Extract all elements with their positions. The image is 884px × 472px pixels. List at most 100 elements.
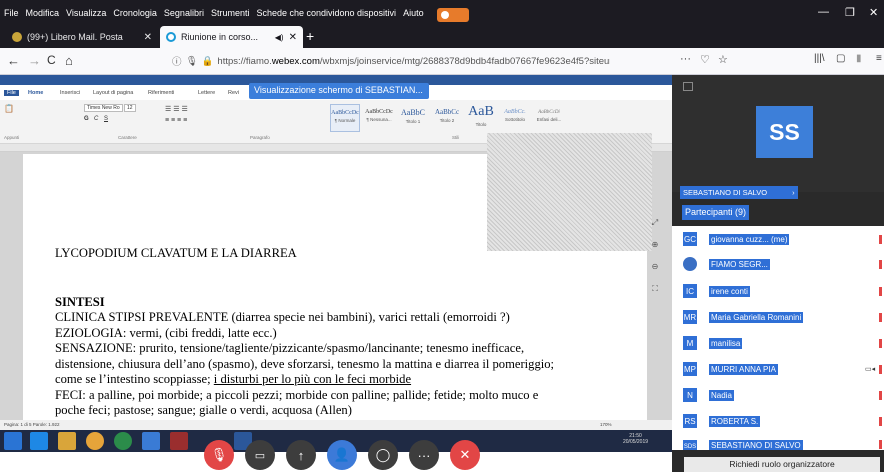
pocket-icon[interactable]: ♡ (700, 53, 710, 66)
sidebar-icon[interactable]: ▢ (836, 53, 845, 64)
fullscreen-icon[interactable]: ⛶ (648, 284, 662, 306)
participant-row[interactable]: N Nadia (683, 388, 884, 402)
paste-icon[interactable]: 📋 (4, 104, 14, 113)
minimize-button[interactable]: — (818, 6, 829, 18)
menu-visualizza[interactable]: Visualizza (66, 8, 106, 18)
mic-muted-icon (879, 440, 882, 449)
font-size-field[interactable]: 12 (124, 104, 136, 112)
skype-icon[interactable] (30, 432, 48, 450)
participant-name: Maria Gabriella Romanini (709, 311, 804, 323)
ribbon-tab-home[interactable]: Home (28, 90, 43, 96)
maximize-button[interactable]: ❐ (845, 6, 855, 19)
participant-row[interactable]: MR Maria Gabriella Romanini (683, 310, 884, 324)
explorer-icon[interactable] (58, 432, 76, 450)
menu-cronologia[interactable]: Cronologia (113, 8, 157, 18)
sharing-indicator-icon[interactable] (437, 8, 469, 22)
ribbon-tab-layout[interactable]: Layout di pagina (93, 90, 133, 96)
style-enfasi[interactable]: AaBbCcDi Enfasi deli... (534, 104, 564, 132)
share-button[interactable]: ↑ (286, 440, 316, 470)
ribbon-tab-riferimenti[interactable]: Riferimenti (148, 90, 174, 96)
bold-button[interactable]: G (84, 116, 89, 122)
new-tab-button[interactable]: + (306, 28, 314, 44)
participant-initials: GC (683, 232, 697, 246)
group-label-paragrafo: Paragrafo (250, 135, 270, 140)
video-button[interactable]: ▭ (245, 440, 275, 470)
participant-row[interactable]: SDS SEBASTIANO DI SALVO (683, 440, 884, 450)
more-button[interactable]: ··· (409, 440, 439, 470)
participants-button[interactable]: 👤 (327, 440, 357, 470)
menu-strumenti[interactable]: Strumenti (211, 8, 250, 18)
italic-button[interactable]: C (94, 116, 98, 122)
style-titolo2[interactable]: AaBbCc Titolo 2 (432, 104, 462, 132)
participant-row[interactable]: RS ROBERTA S. (683, 414, 884, 428)
ribbon-tab-inserisci[interactable]: Inserisci (60, 90, 80, 96)
libero-favicon-icon (12, 32, 22, 42)
outlook-icon[interactable] (4, 432, 22, 450)
page-actions-icon[interactable]: ··· (680, 53, 691, 65)
participant-row[interactable]: MP MURRI ANNA PIA ▭◂ (683, 362, 884, 376)
chat-button[interactable]: ◯ (368, 440, 398, 470)
close-tab-icon[interactable]: ✕ (289, 32, 297, 43)
browser-icon[interactable] (114, 432, 132, 450)
share-zoom-controls: ⤢ ⊕ ⊖ ⛶ (648, 218, 662, 306)
menu-file[interactable]: File (4, 8, 19, 18)
audio-playing-icon[interactable]: ◀) (275, 33, 284, 42)
reload-button[interactable]: C (47, 53, 56, 67)
ribbon-tab-revisione[interactable]: Revi (228, 90, 239, 96)
back-button[interactable]: ← (7, 53, 20, 68)
request-host-role-button[interactable]: Richiedi ruolo organizzatore (684, 457, 880, 472)
layout-icon[interactable] (683, 82, 693, 91)
participants-header: Partecipanti (9) (682, 205, 750, 220)
app-icon[interactable] (142, 432, 160, 450)
close-tab-icon[interactable]: ✕ (144, 32, 152, 43)
participant-row[interactable]: M manilisa (683, 336, 884, 350)
style-titolo1[interactable]: AaBbC Titolo 1 (398, 104, 428, 132)
hamburger-menu-icon[interactable]: ≡ (876, 53, 882, 64)
align-icons[interactable]: ≡ ≡ ≡ ≡ (165, 117, 187, 124)
doc-underlined-text: i disturbi per lo più con le feci morbid… (213, 372, 412, 386)
home-button[interactable]: ⌂ (65, 53, 73, 68)
style-nessuna[interactable]: AaBbCcDc ¶ Nessuna... (364, 104, 394, 132)
close-window-button[interactable]: ✕ (869, 6, 878, 19)
forward-button[interactable]: → (28, 53, 41, 68)
menu-aiuto[interactable]: Aiuto (403, 8, 424, 18)
library-icon[interactable]: |||\ (814, 53, 825, 64)
doc-line: FECI: a palline, poi morbide; a piccoli … (55, 387, 539, 402)
tab-riunione[interactable]: Riunione in corso... ◀) ✕ (160, 26, 303, 48)
zoom-in-icon[interactable]: ⊕ (648, 240, 662, 262)
style-name: Titolo 1 (405, 119, 421, 124)
participant-row[interactable]: GC giovanna cuzz... (me) (683, 232, 884, 246)
style-normale[interactable]: AaBbCcDc ¶ Normale (330, 104, 360, 132)
app-icon[interactable] (170, 432, 188, 450)
participant-row[interactable]: IC irene conti (683, 284, 884, 298)
webex-favicon-icon (166, 32, 176, 42)
screen: File Modifica Visualizza Cronologia Segn… (0, 0, 884, 472)
font-name-field[interactable]: Times New Ro (84, 104, 123, 112)
leave-meeting-button[interactable]: ✕ (450, 440, 480, 470)
menu-segnalibri[interactable]: Segnalibri (164, 8, 204, 18)
url-bar[interactable]: ⓘ 🎙 🔒 https://fiamo. webex.com/wbxmjs/joi… (172, 51, 667, 71)
mute-button[interactable]: 🎙 (204, 440, 234, 470)
bookmark-star-icon[interactable]: ☆ (718, 53, 728, 66)
style-sottotitolo[interactable]: AaBbCc. Sottotitolo (500, 104, 530, 132)
participant-row[interactable]: FIAMO SEGR... (683, 257, 884, 271)
fit-icon[interactable]: ⤢ (648, 218, 662, 240)
zoom-out-icon[interactable]: ⊖ (648, 262, 662, 284)
menu-modifica[interactable]: Modifica (26, 8, 60, 18)
ribbon-tab-file[interactable]: File (4, 90, 19, 96)
extension-icon[interactable]: ▮ (856, 53, 862, 64)
page-word-count: Pagina: 1 di 5 Parole: 1.922 (4, 422, 60, 427)
ribbon-tab-lettere[interactable]: Lettere (198, 90, 215, 96)
style-sample: AaBbCcDi (538, 110, 560, 115)
url-path: /wbxmjs/joinservice/mtg/2688378d9bdb4fad… (319, 55, 610, 67)
menu-schede[interactable]: Schede che condividono dispositivi (256, 8, 396, 18)
tab-libero-mail[interactable]: (99+) Libero Mail. Posta ✕ (6, 26, 158, 48)
chrome-icon[interactable] (86, 432, 104, 450)
presenter-chevron-icon[interactable]: › (792, 188, 795, 197)
list-icons[interactable]: ☰ ☰ ☰ (165, 105, 188, 113)
permissions-icon[interactable]: 🎙 (186, 56, 198, 67)
style-titolo[interactable]: AaB Titolo (466, 104, 496, 132)
underline-button[interactable]: S (104, 116, 108, 122)
participant-name: FIAMO SEGR... (709, 258, 770, 270)
site-info-icon[interactable]: ⓘ (172, 54, 182, 68)
